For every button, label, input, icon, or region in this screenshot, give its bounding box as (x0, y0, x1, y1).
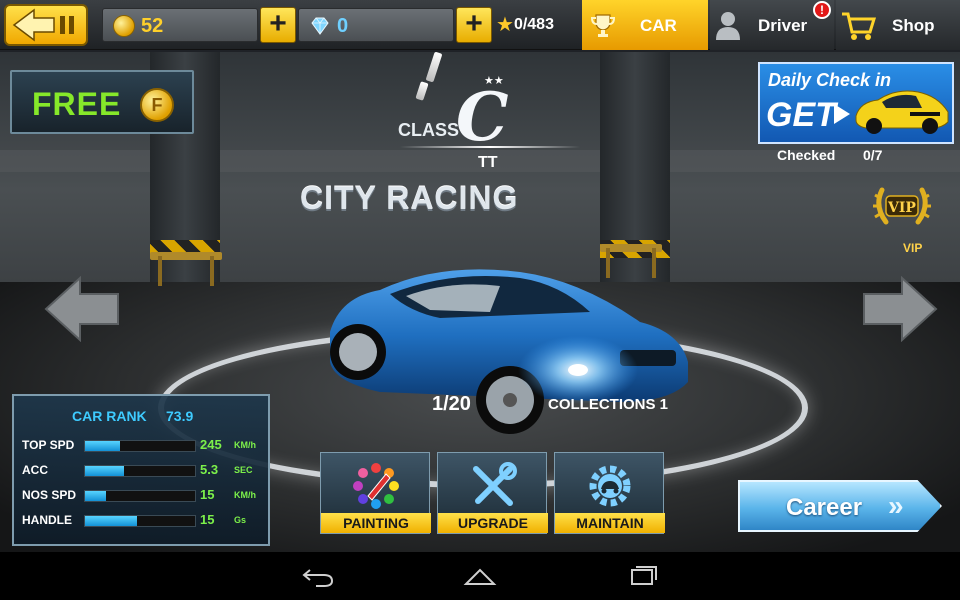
shopping-cart-icon (842, 12, 877, 40)
career-label: Career (786, 494, 863, 521)
free-coins-button[interactable]: FREE F (10, 70, 194, 134)
barrier-leg (158, 256, 162, 286)
add-gems-button[interactable]: + (456, 7, 492, 43)
reward-car-icon (855, 90, 949, 134)
coin-icon (113, 15, 135, 37)
alert-badge-icon: ! (813, 1, 831, 19)
game-title: CITY RACING (300, 180, 519, 216)
car-index: 1/20 (432, 393, 471, 415)
stat-row: NOS SPD 15 KM/h (14, 486, 272, 506)
stat-bar (84, 440, 196, 452)
vip-laurel-icon[interactable]: VIP (872, 180, 932, 232)
stat-value: 5.3 (200, 462, 219, 477)
tab-shop[interactable]: Shop (836, 0, 960, 50)
coin-icon: F (140, 88, 174, 122)
vip-badge-text: VIP (887, 200, 916, 216)
top-bar: 52 + 0 + ★0/483 CAR Driver ! Shop (0, 0, 960, 50)
maintain-label: MAINTAIN (555, 513, 665, 533)
tab-car[interactable]: CAR (582, 0, 708, 50)
back-icon[interactable] (300, 564, 336, 588)
stat-row: TOP SPD 245 KM/h (14, 436, 272, 456)
car-stats-panel: CAR RANK 73.9 TOP SPD 245 KM/h ACC 5.3 SEC NOS… (12, 394, 270, 546)
upgrade-button[interactable]: UPGRADE (437, 452, 548, 534)
back-arrow-icon (12, 8, 74, 42)
checked-value: 0/7 (863, 147, 883, 163)
stat-value: 15 (200, 487, 215, 502)
next-car-arrow-icon[interactable] (862, 276, 938, 342)
double-chevron-icon: » (888, 490, 904, 521)
star-count: 0/483 (513, 16, 554, 33)
upgrade-label: UPGRADE (438, 513, 548, 533)
stat-name: TOP SPD (22, 438, 75, 452)
stat-bar (84, 465, 196, 477)
coin-balance: 52 (102, 8, 258, 42)
system-nav-bar (0, 552, 960, 600)
wrench-screwdriver-icon (473, 462, 517, 506)
car-rank-value: 73.9 (166, 408, 194, 424)
stat-row: HANDLE 15 Gs (14, 511, 272, 531)
stat-bar (84, 490, 196, 502)
stat-bar-fill (85, 441, 120, 451)
paint-palette-icon (353, 463, 399, 509)
tab-driver-label: Driver (758, 16, 808, 35)
stat-unit: KM/h (234, 440, 256, 450)
free-label: FREE (32, 86, 122, 122)
tab-driver[interactable]: Driver ! (710, 0, 834, 50)
gem-amount: 0 (337, 15, 349, 37)
daily-get-label: GET (766, 96, 836, 134)
stat-unit: SEC (234, 465, 253, 475)
coin-amount: 52 (141, 15, 164, 37)
tab-car-label: CAR (640, 16, 677, 35)
stat-unit: KM/h (234, 490, 256, 500)
recent-apps-icon[interactable] (624, 564, 660, 588)
gear-car-icon (589, 465, 631, 507)
checked-label: Checked (777, 147, 836, 163)
maintain-button[interactable]: MAINTAIN (554, 452, 665, 534)
stat-name: NOS SPD (22, 488, 77, 502)
stat-value: 245 (200, 437, 222, 452)
diamond-icon (311, 17, 329, 35)
collections-count: COLLECTIONS 1 (548, 396, 669, 413)
stat-bar-fill (85, 516, 137, 526)
car-model-name: TT (478, 154, 498, 171)
stat-row: ACC 5.3 SEC (14, 461, 272, 481)
car-rank-label: CAR RANK (72, 408, 147, 424)
stat-unit: Gs (234, 515, 247, 525)
star-progress: ★0/483 (496, 12, 554, 37)
stat-name: HANDLE (22, 513, 72, 527)
stat-name: ACC (22, 463, 48, 477)
car-model[interactable] (320, 252, 700, 442)
daily-check-in-banner[interactable]: Daily Check in GET (758, 62, 954, 144)
person-icon (716, 12, 740, 40)
tab-shop-label: Shop (892, 16, 935, 35)
painting-label: PAINTING (321, 513, 431, 533)
career-button[interactable]: Career » (738, 480, 942, 532)
trophy-icon (590, 14, 616, 37)
title-divider (400, 146, 580, 148)
barrier-leg (210, 256, 214, 286)
car-class-prefix: CLASS (398, 120, 460, 140)
stat-value: 15 (200, 512, 215, 527)
painting-button[interactable]: PAINTING (320, 452, 431, 534)
car-class-stars: ★★ (484, 75, 504, 87)
add-coins-button[interactable]: + (260, 7, 296, 43)
back-button[interactable] (4, 4, 88, 46)
gem-balance: 0 (298, 8, 454, 42)
home-icon[interactable] (462, 564, 498, 588)
stat-bar (84, 515, 196, 527)
stat-bar-fill (85, 466, 124, 476)
stat-bar-fill (85, 491, 106, 501)
play-arrow-icon (834, 104, 850, 124)
car-class-letter: C (456, 78, 509, 156)
star-icon: ★ (496, 14, 514, 36)
previous-car-arrow-icon[interactable] (44, 276, 120, 342)
vip-label: VIP (903, 241, 923, 255)
